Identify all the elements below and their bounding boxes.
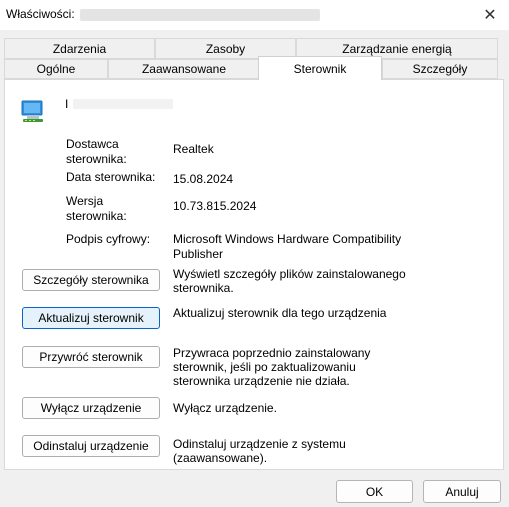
tab-sterownik[interactable]: Sterownik (258, 56, 382, 80)
close-button[interactable]: ✕ (477, 4, 503, 26)
disable-device-button[interactable]: Wyłącz urządzenie (22, 397, 160, 419)
tab-zaawansowane[interactable]: Zaawansowane (108, 59, 260, 79)
uninstall-device-description: Odinstaluj urządzenie z systemu (zaawans… (173, 437, 346, 465)
label-date: Data sterownika: (66, 170, 156, 184)
ok-button[interactable]: OK (336, 480, 413, 503)
update-driver-description: Aktualizuj sterownik dla tego urządzenia (173, 306, 387, 320)
rollback-driver-description: Przywraca poprzednio zainstalowany stero… (173, 346, 371, 388)
driver-details-button[interactable]: Szczegóły sterownika (22, 269, 160, 291)
value-date: 15.08.2024 (173, 172, 234, 186)
window-title: Właściwości: (6, 7, 75, 21)
disable-device-description: Wyłącz urządzenie. (173, 401, 277, 415)
tab-ogolne[interactable]: Ogólne (4, 59, 108, 79)
network-adapter-icon (21, 100, 43, 122)
rollback-driver-button[interactable]: Przywróć sterownik (22, 346, 160, 368)
redacted-device-name (73, 99, 173, 109)
tab-strip: Zdarzenia Zasoby Zarządzanie energią Ogó… (0, 30, 509, 80)
tab-zdarzenia[interactable]: Zdarzenia (4, 38, 155, 59)
cancel-button[interactable]: Anuluj (423, 480, 501, 503)
label-signature: Podpis cyfrowy: (66, 232, 151, 246)
update-driver-button[interactable]: Aktualizuj sterownik (22, 307, 160, 329)
uninstall-device-button[interactable]: Odinstaluj urządzenie (22, 435, 160, 457)
label-provider: Dostawca sterownika: (66, 137, 127, 166)
tab-szczegoly[interactable]: Szczegóły (382, 59, 498, 79)
close-icon: ✕ (483, 7, 497, 24)
value-signature: Microsoft Windows Hardware Compatibility… (173, 232, 402, 261)
redacted-device-title (80, 9, 320, 21)
label-version: Wersja sterownika: (66, 194, 127, 223)
value-version: 10.73.815.2024 (173, 199, 257, 213)
device-name: I (65, 97, 69, 111)
value-provider: Realtek (173, 142, 214, 156)
title-bar: Właściwości: ✕ (0, 0, 509, 30)
driver-details-description: Wyświetl szczegóły plików zainstalowaneg… (173, 267, 406, 295)
